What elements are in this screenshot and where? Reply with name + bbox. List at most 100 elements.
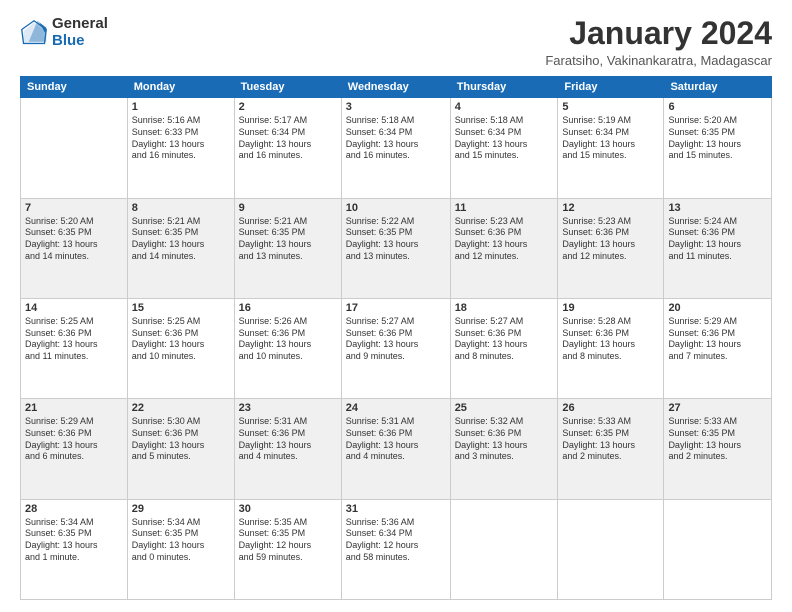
header-sunday: Sunday: [21, 77, 128, 98]
table-row: 4 Sunrise: 5:18 AMSunset: 6:34 PMDaylight…: [450, 98, 558, 198]
calendar-week-row: 28 Sunrise: 5:34 AMSunset: 6:35 PMDayligh…: [21, 499, 772, 599]
day-number: 27: [668, 402, 767, 414]
day-info: Sunrise: 5:36 AMSunset: 6:34 PMDaylight:…: [346, 517, 446, 564]
day-info: Sunrise: 5:24 AMSunset: 6:36 PMDaylight:…: [668, 216, 767, 263]
day-info: Sunrise: 5:31 AMSunset: 6:36 PMDaylight:…: [239, 416, 337, 463]
day-info: Sunrise: 5:34 AMSunset: 6:35 PMDaylight:…: [25, 517, 123, 564]
day-number: 30: [239, 503, 337, 515]
table-row: 11Sunrise: 5:23 AMSunset: 6:36 PMDayligh…: [450, 198, 558, 298]
day-info: Sunrise: 5:18 AMSunset: 6:34 PMDaylight:…: [346, 115, 446, 162]
table-row: 9 Sunrise: 5:21 AMSunset: 6:35 PMDaylight…: [234, 198, 341, 298]
table-row: 20Sunrise: 5:29 AMSunset: 6:36 PMDayligh…: [664, 298, 772, 398]
day-number: 1: [132, 101, 230, 113]
day-info: Sunrise: 5:33 AMSunset: 6:35 PMDaylight:…: [668, 416, 767, 463]
day-info: Sunrise: 5:25 AMSunset: 6:36 PMDaylight:…: [25, 316, 123, 363]
header-monday: Monday: [127, 77, 234, 98]
day-info: Sunrise: 5:20 AMSunset: 6:35 PMDaylight:…: [25, 216, 123, 263]
month-title: January 2024: [545, 16, 772, 51]
table-row: [558, 499, 664, 599]
table-row: 13 Sunrise: 5:24 AMSunset: 6:36 PMDayligh…: [664, 198, 772, 298]
table-row: 2 Sunrise: 5:17 AMSunset: 6:34 PMDaylight…: [234, 98, 341, 198]
table-row: 16 Sunrise: 5:26 AMSunset: 6:36 PMDayligh…: [234, 298, 341, 398]
day-info: Sunrise: 5:19 AMSunset: 6:34 PMDaylight:…: [562, 115, 659, 162]
header-friday: Friday: [558, 77, 664, 98]
table-row: 3 Sunrise: 5:18 AMSunset: 6:34 PMDaylight…: [341, 98, 450, 198]
day-info: Sunrise: 5:27 AMSunset: 6:36 PMDaylight:…: [346, 316, 446, 363]
day-number: 23: [239, 402, 337, 414]
day-number: 13: [668, 202, 767, 214]
day-info: Sunrise: 5:22 AMSunset: 6:35 PMDaylight:…: [346, 216, 446, 263]
logo-blue-text: Blue: [52, 32, 85, 49]
day-number: 5: [562, 101, 659, 113]
logo: General Blue: [20, 16, 108, 49]
calendar-week-row: 14Sunrise: 5:25 AMSunset: 6:36 PMDayligh…: [21, 298, 772, 398]
day-info: Sunrise: 5:32 AMSunset: 6:36 PMDaylight:…: [455, 416, 554, 463]
location-subtitle: Faratsiho, Vakinankaratra, Madagascar: [545, 53, 772, 68]
header-thursday: Thursday: [450, 77, 558, 98]
day-info: Sunrise: 5:29 AMSunset: 6:36 PMDaylight:…: [25, 416, 123, 463]
table-row: 7 Sunrise: 5:20 AMSunset: 6:35 PMDaylight…: [21, 198, 128, 298]
day-info: Sunrise: 5:21 AMSunset: 6:35 PMDaylight:…: [239, 216, 337, 263]
table-row: 14Sunrise: 5:25 AMSunset: 6:36 PMDayligh…: [21, 298, 128, 398]
day-number: 16: [239, 302, 337, 314]
day-number: 25: [455, 402, 554, 414]
table-row: 30 Sunrise: 5:35 AMSunset: 6:35 PMDayligh…: [234, 499, 341, 599]
day-info: Sunrise: 5:17 AMSunset: 6:34 PMDaylight:…: [239, 115, 337, 162]
day-number: 28: [25, 503, 123, 515]
table-row: 23 Sunrise: 5:31 AMSunset: 6:36 PMDayligh…: [234, 399, 341, 499]
day-number: 18: [455, 302, 554, 314]
table-row: 31Sunrise: 5:36 AMSunset: 6:34 PMDayligh…: [341, 499, 450, 599]
page: General Blue January 2024 Faratsiho, Vak…: [0, 0, 792, 612]
logo-icon: [20, 19, 48, 47]
day-info: Sunrise: 5:35 AMSunset: 6:35 PMDaylight:…: [239, 517, 337, 564]
table-row: 22Sunrise: 5:30 AMSunset: 6:36 PMDayligh…: [127, 399, 234, 499]
day-info: Sunrise: 5:27 AMSunset: 6:36 PMDaylight:…: [455, 316, 554, 363]
day-number: 29: [132, 503, 230, 515]
calendar-week-row: 7 Sunrise: 5:20 AMSunset: 6:35 PMDaylight…: [21, 198, 772, 298]
table-row: 19Sunrise: 5:28 AMSunset: 6:36 PMDayligh…: [558, 298, 664, 398]
day-info: Sunrise: 5:20 AMSunset: 6:35 PMDaylight:…: [668, 115, 767, 162]
day-number: 9: [239, 202, 337, 214]
day-number: 2: [239, 101, 337, 113]
day-number: 10: [346, 202, 446, 214]
table-row: 24Sunrise: 5:31 AMSunset: 6:36 PMDayligh…: [341, 399, 450, 499]
table-row: 8 Sunrise: 5:21 AMSunset: 6:35 PMDaylight…: [127, 198, 234, 298]
day-number: 3: [346, 101, 446, 113]
table-row: 25 Sunrise: 5:32 AMSunset: 6:36 PMDayligh…: [450, 399, 558, 499]
table-row: [21, 98, 128, 198]
day-info: Sunrise: 5:25 AMSunset: 6:36 PMDaylight:…: [132, 316, 230, 363]
day-number: 8: [132, 202, 230, 214]
logo-general-text: General: [52, 15, 108, 32]
calendar-table: Sunday Monday Tuesday Wednesday Thursday…: [20, 76, 772, 600]
day-info: Sunrise: 5:34 AMSunset: 6:35 PMDaylight:…: [132, 517, 230, 564]
table-row: [664, 499, 772, 599]
day-number: 4: [455, 101, 554, 113]
table-row: 18 Sunrise: 5:27 AMSunset: 6:36 PMDayligh…: [450, 298, 558, 398]
day-number: 26: [562, 402, 659, 414]
header-tuesday: Tuesday: [234, 77, 341, 98]
calendar-week-row: 1Sunrise: 5:16 AMSunset: 6:33 PMDaylight…: [21, 98, 772, 198]
day-number: 7: [25, 202, 123, 214]
day-info: Sunrise: 5:21 AMSunset: 6:35 PMDaylight:…: [132, 216, 230, 263]
header-wednesday: Wednesday: [341, 77, 450, 98]
calendar-week-row: 21Sunrise: 5:29 AMSunset: 6:36 PMDayligh…: [21, 399, 772, 499]
table-row: 21Sunrise: 5:29 AMSunset: 6:36 PMDayligh…: [21, 399, 128, 499]
table-row: [450, 499, 558, 599]
day-number: 22: [132, 402, 230, 414]
table-row: 26Sunrise: 5:33 AMSunset: 6:35 PMDayligh…: [558, 399, 664, 499]
day-info: Sunrise: 5:26 AMSunset: 6:36 PMDaylight:…: [239, 316, 337, 363]
day-number: 6: [668, 101, 767, 113]
day-number: 15: [132, 302, 230, 314]
calendar-header-row: Sunday Monday Tuesday Wednesday Thursday…: [21, 77, 772, 98]
header: General Blue January 2024 Faratsiho, Vak…: [20, 16, 772, 68]
table-row: 6 Sunrise: 5:20 AMSunset: 6:35 PMDaylight…: [664, 98, 772, 198]
day-info: Sunrise: 5:23 AMSunset: 6:36 PMDaylight:…: [455, 216, 554, 263]
table-row: 28 Sunrise: 5:34 AMSunset: 6:35 PMDayligh…: [21, 499, 128, 599]
table-row: 15 Sunrise: 5:25 AMSunset: 6:36 PMDayligh…: [127, 298, 234, 398]
table-row: 29 Sunrise: 5:34 AMSunset: 6:35 PMDayligh…: [127, 499, 234, 599]
day-info: Sunrise: 5:18 AMSunset: 6:34 PMDaylight:…: [455, 115, 554, 162]
title-block: January 2024 Faratsiho, Vakinankaratra, …: [545, 16, 772, 68]
table-row: 27 Sunrise: 5:33 AMSunset: 6:35 PMDayligh…: [664, 399, 772, 499]
table-row: 5 Sunrise: 5:19 AMSunset: 6:34 PMDaylight…: [558, 98, 664, 198]
day-info: Sunrise: 5:28 AMSunset: 6:36 PMDaylight:…: [562, 316, 659, 363]
